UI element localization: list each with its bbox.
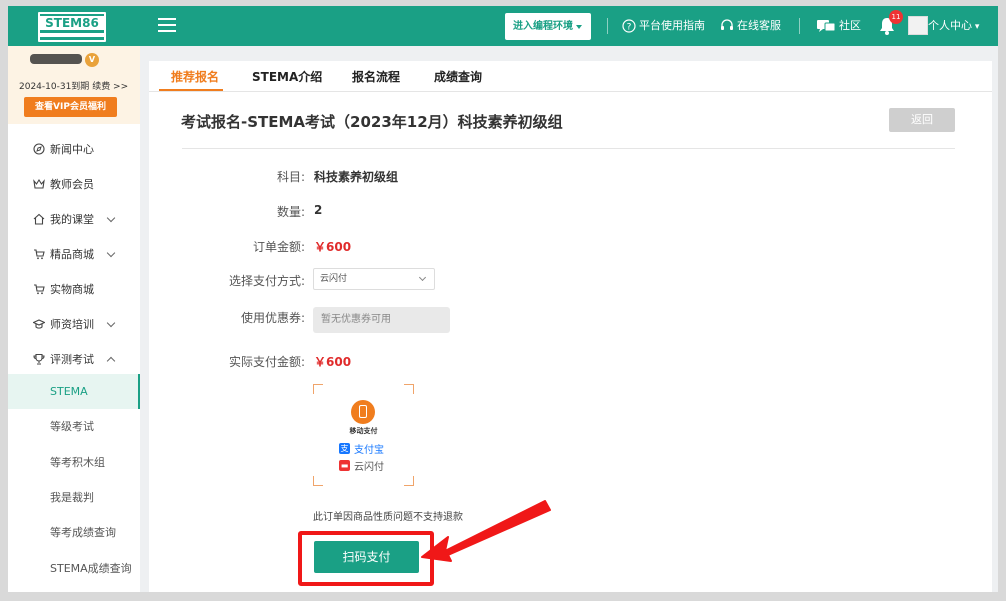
headset-icon	[721, 19, 733, 30]
unionpay-option: ▬ 云闪付	[339, 458, 384, 473]
sidebar-item-physical-mall[interactable]: 实物商城	[8, 272, 140, 307]
caret-down-icon	[576, 25, 582, 29]
user-center-label: 个人中心	[928, 19, 972, 32]
divider	[182, 148, 955, 149]
vip-expire-date: 2024-10-31到期	[19, 82, 90, 92]
support-label: 在线客服	[737, 19, 781, 32]
sidebar-item-my-class[interactable]: 我的课堂	[8, 202, 140, 237]
mobile-pay-label: 移动支付	[349, 427, 378, 435]
alipay-label: 支付宝	[354, 445, 384, 456]
help-circle-icon: ?	[622, 19, 636, 33]
sidebar-item-news[interactable]: 新闻中心	[8, 132, 140, 167]
top-navbar: STEM86 进入编程环境 ? 平台使用指南 在线客服 社区 11 个人中心 ▾	[8, 6, 998, 46]
svg-text:?: ?	[627, 23, 632, 33]
active-tab-indicator	[159, 89, 223, 91]
subject-value: 科技素养初级组	[314, 170, 399, 184]
page-title: 考试报名-STEMA考试（2023年12月）科技素养初级组	[181, 113, 563, 131]
community-link[interactable]: 社区	[816, 17, 861, 35]
guide-label: 平台使用指南	[639, 19, 705, 32]
payment-method-value: 云闪付	[320, 274, 348, 284]
qr-code-area: 移动支付 支 支付宝 ▬ 云闪付	[313, 384, 414, 486]
cart-icon	[34, 249, 45, 260]
app-window: STEM86 进入编程环境 ? 平台使用指南 在线客服 社区 11 个人中心 ▾	[8, 6, 998, 592]
quantity-label: 数量:	[276, 205, 305, 219]
sidebar-subitem-block-group[interactable]: 等考积木组	[8, 445, 140, 480]
chat-bubbles-icon	[817, 20, 836, 32]
coupon-field[interactable]: 暂无优惠券可用	[313, 307, 450, 333]
sidebar-subitem-stema[interactable]: STEMA	[8, 374, 140, 409]
quantity-value: 2	[314, 203, 323, 217]
trophy-icon	[33, 353, 45, 365]
alipay-option: 支 支付宝	[339, 441, 384, 456]
amount-label: 订单金额:	[252, 240, 305, 254]
renew-link[interactable]: 续费 >>	[92, 82, 128, 92]
unionpay-label: 云闪付	[354, 462, 384, 473]
chevron-up-icon	[106, 356, 116, 366]
refund-notice: 此订单因商品性质问题不支持退款	[313, 512, 463, 523]
sidebar-subitem-level-score[interactable]: 等考成绩查询	[8, 515, 140, 550]
sidebar-subitem-referee[interactable]: 我是裁判	[8, 480, 140, 515]
actual-amount-value: ￥600	[314, 355, 352, 369]
actual-amount-label: 实际支付金额:	[228, 355, 305, 369]
user-name-logo	[30, 54, 82, 64]
community-label: 社区	[839, 19, 861, 32]
support-link[interactable]: 在线客服	[720, 17, 781, 35]
coupon-label: 使用优惠券:	[240, 311, 305, 325]
unionpay-icon: ▬	[339, 460, 350, 471]
back-button[interactable]: 返回	[889, 108, 955, 132]
tab-registration-process[interactable]: 报名流程	[352, 68, 400, 85]
chevron-down-icon	[106, 213, 116, 223]
payment-method-label: 选择支付方式:	[228, 274, 305, 288]
payment-method-select[interactable]: 云闪付	[313, 268, 435, 290]
menu-icon[interactable]	[158, 18, 176, 34]
chevron-down-icon	[418, 273, 427, 282]
mobile-pay-icon	[351, 400, 375, 424]
tab-bar: 推荐报名 STEMA介绍 报名流程 成绩查询	[149, 61, 992, 92]
user-center-link[interactable]: 个人中心 ▾	[928, 17, 979, 36]
notification-badge: 11	[889, 10, 903, 24]
logo-text: STEM86	[40, 16, 104, 30]
guide-link[interactable]: ? 平台使用指南	[622, 17, 705, 35]
vip-card: V 2024-10-31到期 续费 >> 查看VIP会员福利	[8, 46, 140, 124]
programming-env-label: 进入编程环境	[513, 21, 573, 32]
amount-value: ￥600	[314, 240, 352, 254]
chevron-down-icon: ▾	[972, 22, 980, 32]
sidebar-item-mall[interactable]: 精品商城	[8, 237, 140, 272]
tab-recommended[interactable]: 推荐报名	[171, 68, 219, 85]
main-content: 推荐报名 STEMA介绍 报名流程 成绩查询 考试报名-STEMA考试（2023…	[149, 61, 992, 592]
sidebar-item-exams[interactable]: 评测考试	[8, 342, 140, 377]
avatar[interactable]	[908, 16, 928, 35]
programming-env-button[interactable]: 进入编程环境	[505, 13, 591, 40]
chevron-down-icon	[106, 248, 116, 258]
subject-label: 科目:	[276, 170, 305, 184]
vip-badge-icon: V	[85, 53, 99, 67]
cart-icon	[34, 284, 45, 295]
compass-icon	[33, 143, 45, 155]
sidebar: V 2024-10-31到期 续费 >> 查看VIP会员福利 新闻中心 教师会员…	[8, 46, 140, 592]
tab-stema-intro[interactable]: STEMA介绍	[252, 68, 322, 85]
annotation-arrow	[421, 500, 551, 562]
graduation-cap-icon	[33, 319, 45, 329]
sidebar-subitem-stema-score[interactable]: STEMA成绩查询	[8, 551, 140, 586]
annotation-highlight-box	[298, 531, 434, 586]
sidebar-item-teacher-member[interactable]: 教师会员	[8, 167, 140, 202]
crown-icon	[33, 178, 45, 189]
vip-benefits-button[interactable]: 查看VIP会员福利	[24, 97, 117, 117]
home-icon	[33, 213, 45, 225]
chevron-down-icon	[106, 318, 116, 328]
logo[interactable]: STEM86	[38, 12, 106, 42]
sidebar-subitem-level-exam[interactable]: 等级考试	[8, 409, 140, 444]
tab-score-query[interactable]: 成绩查询	[434, 68, 482, 85]
alipay-icon: 支	[339, 443, 350, 454]
sidebar-item-training[interactable]: 师资培训	[8, 307, 140, 342]
